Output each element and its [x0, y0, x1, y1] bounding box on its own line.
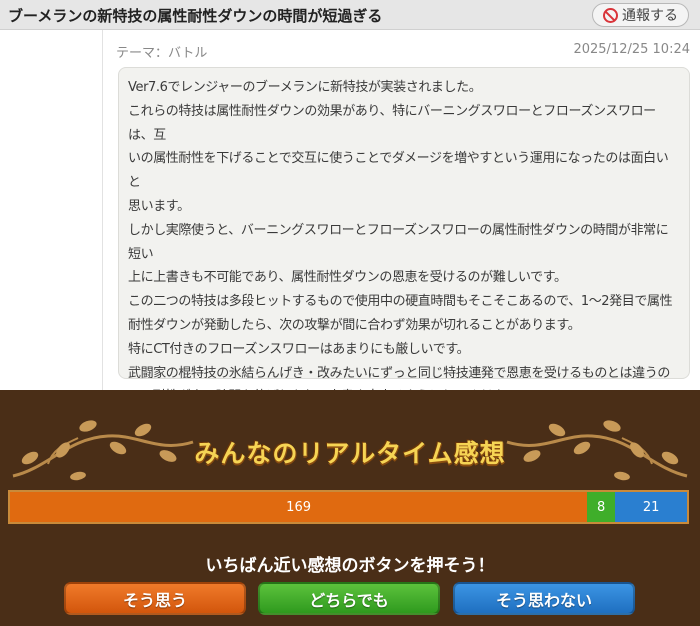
poll-result-bar: 169 8 21 — [8, 490, 689, 524]
vote-agree-button[interactable]: そう思う — [64, 582, 246, 615]
post-line: 耐性ダウンが発動したら、次の攻撃が間に合わず効果が切れることがあります。 — [128, 317, 581, 333]
post-date: 2025/12/25 10:24 — [573, 42, 690, 57]
post-line: 特にCT付きのフローズンスワローはあまりにも厳しいです。 — [128, 341, 470, 357]
result-segment-agree: 169 — [10, 492, 588, 522]
post-line: 思います。 — [128, 198, 190, 214]
vote-disagree-button[interactable]: そう思わない — [453, 582, 635, 615]
poll-title: みんなのリアルタイム感想 — [194, 439, 506, 468]
thread-divider — [102, 30, 103, 390]
result-segment-either: 8 — [587, 492, 616, 522]
post-line: これらの特技は属性耐性ダウンの効果があり、特にバーニングスワローとフローズンスワ… — [128, 103, 656, 143]
theme-label: テーマ：バトル — [116, 46, 208, 61]
post-line: この二つの特技は多段ヒットするもので使用中の硬直時間もそこそこあるので、1～2発… — [128, 294, 673, 310]
post-body: Ver7.6でレンジャーのブーメランに新特技が実装されました。 これらの特技は属… — [118, 67, 690, 404]
vote-either-button[interactable]: どちらでも — [258, 582, 440, 615]
poll-prompt: いちばん近い感想のボタンを押そう！ — [205, 556, 495, 576]
report-button-label: 通報する — [622, 8, 678, 24]
thread-header: ブーメランの新特技の属性耐性ダウンの時間が短過ぎる 通報する — [0, 0, 700, 30]
post-line: 上に上書きも不可能であり、属性耐性ダウンの恩恵を受けるのが難しいです。 — [128, 270, 567, 286]
prohibited-icon — [603, 7, 618, 23]
thread-title: ブーメランの新特技の属性耐性ダウンの時間が短過ぎる — [8, 7, 383, 25]
post-line: いの属性耐性を下げることで交互に使うことでダメージを増やすという運用になったのは… — [128, 151, 669, 191]
post-line: 武闘家の棍特技の氷結らんげき・改みたいにずっと同じ特技連発で恩恵を受けるものとは… — [128, 365, 670, 381]
post-line: Ver7.6でレンジャーのブーメランに新特技が実装されました。 — [128, 80, 482, 95]
result-segment-disagree: 21 — [615, 492, 687, 522]
post-line: しかし実際使うと、バーニングスワローとフローズンスワローの属性耐性ダウンの時間が… — [128, 222, 669, 262]
report-button[interactable]: 通報する — [592, 3, 689, 27]
